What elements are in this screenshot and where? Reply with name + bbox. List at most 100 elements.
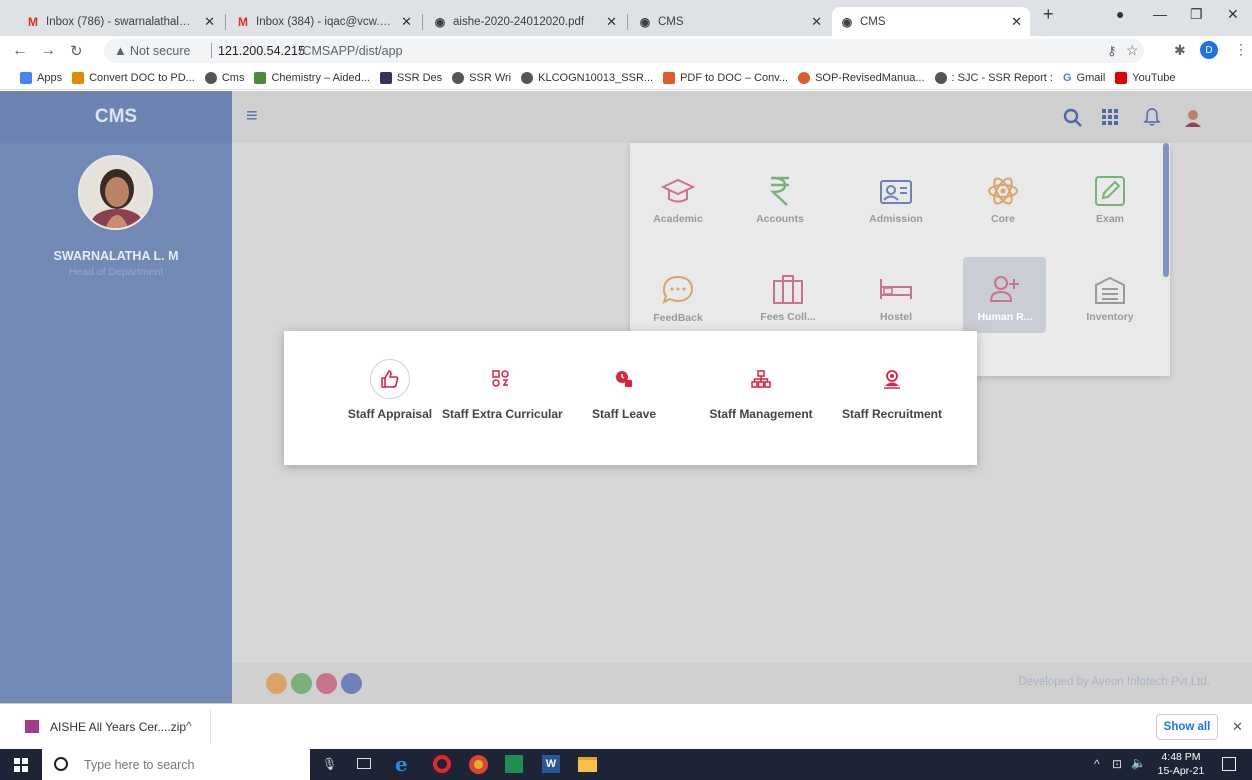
- bookmark-item[interactable]: Cms: [204, 71, 244, 84]
- module-human-resources[interactable]: Human R...: [965, 273, 1045, 323]
- tab-cms-2-active[interactable]: ◉ CMS ✕: [832, 7, 1030, 36]
- tab-search-icon[interactable]: ●: [1116, 6, 1124, 22]
- bookmark-label: YouTube: [1132, 71, 1176, 84]
- taskbar-search-box[interactable]: Type here to search: [42, 749, 310, 780]
- word-icon[interactable]: W: [542, 755, 560, 773]
- reload-icon[interactable]: ↻: [70, 42, 83, 60]
- apps-grid-icon[interactable]: [1102, 109, 1118, 125]
- task-view-icon[interactable]: [357, 758, 371, 769]
- user-menu-avatar[interactable]: [1182, 106, 1204, 128]
- minimize-button[interactable]: —: [1153, 6, 1167, 22]
- submodule-staff-extra-curricular[interactable]: Staff Extra Curricular: [442, 359, 563, 421]
- windows-start-icon[interactable]: [14, 758, 28, 772]
- module-fees-collection[interactable]: Fees Coll...: [748, 273, 828, 323]
- edge-icon[interactable]: e: [395, 752, 408, 776]
- download-file-name[interactable]: AISHE All Years Cer....zip: [50, 720, 186, 734]
- star-icon[interactable]: ☆: [1126, 42, 1139, 59]
- bookmark-item[interactable]: SSR Wri: [452, 71, 512, 84]
- clock-date[interactable]: 15-Apr-21: [1155, 765, 1207, 777]
- modules-scrollbar[interactable]: [1163, 143, 1169, 277]
- submodule-staff-leave[interactable]: Staff Leave: [584, 359, 664, 421]
- close-icon[interactable]: ✕: [1011, 14, 1022, 30]
- bookmark-youtube[interactable]: YouTube: [1115, 71, 1176, 84]
- youtube-icon: [1115, 71, 1128, 84]
- show-all-button[interactable]: Show all: [1156, 714, 1218, 740]
- module-accounts[interactable]: Accounts: [740, 175, 820, 225]
- chrome-icon[interactable]: [469, 755, 488, 774]
- profile-avatar[interactable]: D: [1200, 41, 1218, 59]
- clock-time[interactable]: 4:48 PM: [1158, 751, 1204, 763]
- bookmark-apps[interactable]: Apps: [20, 71, 62, 84]
- tab-gmail-2[interactable]: M Inbox (384) - iqac@vcw.ac.in - V ✕: [228, 7, 420, 36]
- close-icon[interactable]: ✕: [401, 14, 412, 30]
- module-exam[interactable]: Exam: [1070, 175, 1150, 225]
- submodule-staff-management[interactable]: Staff Management: [702, 359, 820, 421]
- opera-icon[interactable]: [433, 755, 451, 773]
- submodule-label: Staff Leave: [591, 407, 657, 421]
- bookmark-item[interactable]: Convert DOC to PD...: [72, 71, 195, 84]
- tray-chevron-icon[interactable]: ^: [1094, 757, 1100, 771]
- atom-icon: [988, 177, 1018, 205]
- forward-icon[interactable]: →: [40, 42, 56, 60]
- user-avatar[interactable]: [78, 155, 153, 230]
- tab-gmail-1[interactable]: M Inbox (786) - swarnalathalm@gm ✕: [18, 7, 223, 36]
- briefcase-icon: [773, 275, 803, 304]
- bookmark-item[interactable]: : SJC - SSR Report :: [934, 71, 1053, 84]
- app-footer: Developed by Aveon Infotech Pvt Ltd.: [232, 663, 1252, 703]
- hourglass-icon[interactable]: [266, 673, 287, 694]
- module-academic[interactable]: Academic: [638, 177, 718, 225]
- bookmark-gmail[interactable]: G Gmail: [1063, 72, 1105, 84]
- close-icon[interactable]: ✕: [1232, 719, 1243, 735]
- module-label: Hostel: [879, 311, 913, 323]
- module-label: Human R...: [977, 311, 1033, 323]
- extensions-icon[interactable]: ✱: [1174, 42, 1186, 59]
- file-explorer-icon[interactable]: [578, 757, 597, 772]
- module-hostel[interactable]: Hostel: [856, 275, 936, 323]
- excel-icon[interactable]: [505, 755, 523, 773]
- close-icon[interactable]: ✕: [204, 14, 215, 30]
- phone-icon[interactable]: [291, 673, 312, 694]
- url-field[interactable]: ▲ Not secure 121.200.54.215 /CMSAPP/dist…: [104, 39, 1144, 63]
- help-icon[interactable]: [316, 673, 337, 694]
- tab-cms-1[interactable]: ◉ CMS ✕: [630, 7, 830, 36]
- hamburger-menu-icon[interactable]: ≡: [246, 105, 258, 128]
- bookmark-label: SSR Wri: [469, 71, 512, 84]
- leave-icon: [616, 371, 632, 387]
- bookmark-item[interactable]: PDF to DOC – Conv...: [663, 71, 788, 84]
- submodule-staff-appraisal[interactable]: Staff Appraisal: [330, 359, 450, 421]
- module-admission[interactable]: Admission: [856, 177, 936, 225]
- menu-kebab-icon[interactable]: ⋮: [1234, 41, 1248, 58]
- action-center-icon[interactable]: [1222, 757, 1236, 771]
- module-core[interactable]: Core: [963, 175, 1043, 225]
- key-icon[interactable]: ⚷: [1107, 43, 1117, 59]
- window-close-button[interactable]: ✕: [1227, 6, 1239, 23]
- microphone-icon[interactable]: 🎙: [322, 757, 337, 771]
- module-inventory[interactable]: Inventory: [1070, 275, 1150, 323]
- chevron-up-icon[interactable]: ^: [186, 719, 192, 733]
- close-icon[interactable]: ✕: [606, 14, 617, 30]
- module-label: Exam: [1095, 213, 1125, 225]
- search-icon[interactable]: [1063, 108, 1083, 128]
- maximize-button[interactable]: ❐: [1190, 6, 1203, 23]
- bookmark-item[interactable]: SOP-RevisedManua...: [798, 71, 925, 84]
- address-bar: ← → ↻ ▲ Not secure 121.200.54.215 /CMSAP…: [0, 36, 1252, 66]
- bookmark-label: : SJC - SSR Report :: [951, 71, 1053, 84]
- bookmark-item[interactable]: Chemistry – Aided...: [254, 71, 370, 84]
- volume-icon[interactable]: 🔈: [1131, 756, 1146, 770]
- module-feedback[interactable]: FeedBack: [638, 274, 718, 324]
- back-icon[interactable]: ←: [12, 42, 28, 60]
- star-icon[interactable]: [341, 673, 362, 694]
- activities-icon: [492, 370, 509, 387]
- submodule-staff-recruitment[interactable]: Staff Recruitment: [838, 359, 946, 421]
- close-icon[interactable]: ✕: [811, 14, 822, 30]
- brand-logo[interactable]: CMS: [0, 91, 232, 143]
- bookmark-item[interactable]: KLCOGN10013_SSR...: [521, 71, 653, 84]
- tab-pdf[interactable]: ◉ aishe-2020-24012020.pdf ✕: [425, 7, 625, 36]
- submodule-popup: Staff Appraisal Staff Extra Curricular S…: [284, 331, 977, 465]
- bookmark-item[interactable]: SSR Des: [379, 71, 442, 84]
- download-bar: AISHE All Years Cer....zip ^ Show all ✕: [0, 703, 1252, 749]
- network-icon[interactable]: ⊡: [1112, 757, 1122, 771]
- notification-bell-icon[interactable]: [1143, 107, 1161, 127]
- new-tab-button[interactable]: +: [1043, 4, 1054, 25]
- globe-icon: ◉: [434, 14, 446, 29]
